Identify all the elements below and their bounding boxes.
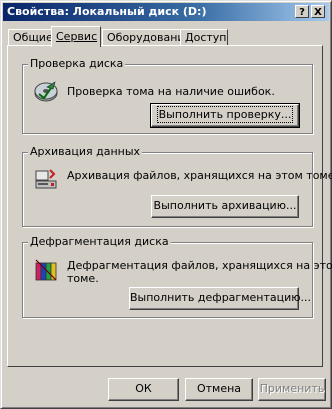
tab-hardware[interactable]: Оборудование (102, 29, 191, 46)
run-check-button[interactable]: Выполнить проверку... (150, 103, 300, 128)
title-bar[interactable]: Свойства: Локальный диск (D:) ? X (3, 3, 329, 21)
defrag-description-line1: Дефрагментация файлов, хранящихся на это… (67, 259, 332, 272)
disk-check-icon (34, 81, 58, 102)
tab-label: Сервис (56, 30, 98, 43)
backup-description: Архивация файлов, хранящихся на этом том… (67, 169, 332, 182)
backup-title: Архивация данных (28, 145, 143, 158)
cancel-label: Отмена (196, 382, 242, 395)
properties-dialog: Свойства: Локальный диск (D:) ? X Общие … (0, 0, 332, 409)
tab-label: Общие (13, 31, 53, 44)
run-defrag-label: Выполнить дефрагментацию... (130, 291, 311, 304)
apply-label: Применить (259, 382, 325, 395)
close-button[interactable]: X (311, 5, 325, 18)
tab-label: Оборудование (107, 31, 192, 44)
disk-check-description: Проверка тома на наличие ошибок. (67, 85, 275, 98)
tab-general[interactable]: Общие (8, 29, 53, 46)
defrag-title: Дефрагментация диска (28, 235, 171, 248)
backup-icon (35, 169, 57, 189)
run-defrag-button[interactable]: Выполнить дефрагментацию... (129, 287, 311, 310)
run-backup-label: Выполнить архивацию... (153, 199, 297, 212)
tab-label: Доступ (185, 31, 227, 44)
run-backup-button[interactable]: Выполнить архивацию... (151, 195, 299, 218)
ok-button[interactable]: ОК (108, 378, 179, 401)
ok-label: ОК (135, 382, 152, 395)
disk-check-group: Проверка диска Проверка тома на наличие … (22, 57, 313, 134)
tab-panel-service: Проверка диска Проверка тома на наличие … (7, 45, 332, 367)
cancel-button[interactable]: Отмена (185, 378, 253, 401)
tab-service[interactable]: Сервис (51, 26, 101, 47)
apply-button[interactable]: Применить (258, 378, 326, 401)
run-check-label: Выполнить проверку... (156, 106, 294, 123)
tab-sharing[interactable]: Доступ (180, 29, 228, 46)
defrag-group: Дефрагментация диска Дефрагментация файл… (22, 235, 332, 318)
defrag-icon (35, 259, 57, 281)
window-title: Свойства: Локальный диск (D:) (7, 5, 207, 18)
help-button[interactable]: ? (295, 5, 309, 18)
backup-group: Архивация данных Архивация файлов, храня… (22, 145, 332, 227)
disk-check-title: Проверка диска (28, 57, 126, 70)
defrag-description-line2: томе. (67, 272, 99, 285)
